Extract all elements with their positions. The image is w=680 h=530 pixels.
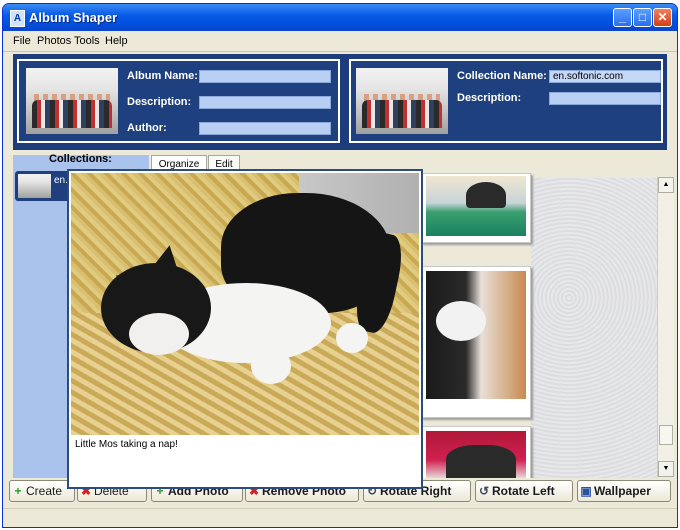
album-description-label: Description: xyxy=(127,96,192,108)
vertical-scrollbar[interactable]: ▲ ▼ xyxy=(657,177,674,477)
collection-description-field[interactable] xyxy=(549,92,661,105)
collection-name-field[interactable]: en.softonic.com xyxy=(549,70,661,83)
album-info-box: Album Name: Description: Author: xyxy=(17,59,340,143)
menu-file[interactable]: File xyxy=(13,35,31,47)
close-icon: ✕ xyxy=(657,10,668,24)
app-icon: A xyxy=(10,10,25,27)
maximize-button[interactable]: □ xyxy=(633,8,652,27)
album-name-label: Album Name: xyxy=(127,70,198,82)
album-author-field[interactable] xyxy=(199,122,331,135)
wallpaper-button[interactable]: ▣ Wallpaper xyxy=(577,480,671,502)
collection-item-label: en. xyxy=(54,175,68,186)
album-name-field[interactable] xyxy=(199,70,331,83)
background-texture xyxy=(531,178,657,478)
app-window: A Album Shaper _ □ ✕ File Photos Tools H… xyxy=(2,3,678,528)
collection-info-box: Collection Name: en.softonic.com Descrip… xyxy=(349,59,663,143)
minimize-button[interactable]: _ xyxy=(613,8,632,27)
album-description-field[interactable] xyxy=(199,96,331,109)
photo-banner xyxy=(48,72,88,80)
status-bar xyxy=(3,508,677,527)
menu-tools[interactable]: Tools xyxy=(74,35,100,47)
collection-thumbnail xyxy=(18,174,51,198)
collection-name-label: Collection Name: xyxy=(457,70,547,82)
collection-cover-photo[interactable] xyxy=(356,68,448,134)
kitten-photo xyxy=(426,271,526,399)
album-cover-photo[interactable] xyxy=(26,68,118,134)
menu-help[interactable]: Help xyxy=(105,35,128,47)
wallpaper-label: Wallpaper xyxy=(594,484,651,498)
scroll-down-button[interactable]: ▼ xyxy=(658,461,674,477)
menu-photos[interactable]: Photos xyxy=(37,35,71,47)
photo-preview-popup: Little Mos taking a nap! xyxy=(67,169,423,489)
menu-bar: File Photos Tools Help xyxy=(3,31,677,52)
create-label: Create xyxy=(26,484,63,498)
collection-description-label: Description: xyxy=(457,92,522,104)
title-bar[interactable]: A Album Shaper _ □ ✕ xyxy=(3,4,677,31)
photo-thumbnail[interactable] xyxy=(421,426,531,480)
album-author-label: Author: xyxy=(127,122,167,134)
main-content: Album Name: Description: Author: Collect… xyxy=(3,52,677,527)
red-photo xyxy=(426,431,526,479)
preview-caption: Little Mos taking a nap! xyxy=(75,439,178,450)
scroll-up-button[interactable]: ▲ xyxy=(658,177,674,193)
plus-icon: + xyxy=(14,484,22,498)
rotate-left-label: Rotate Left xyxy=(492,484,555,498)
close-button[interactable]: ✕ xyxy=(653,8,672,27)
maximize-icon: □ xyxy=(638,10,647,24)
sea-photo xyxy=(426,176,526,236)
rotate-left-button[interactable]: ↺ Rotate Left xyxy=(475,480,573,502)
create-button[interactable]: + Create xyxy=(9,480,75,502)
minimize-icon: _ xyxy=(619,10,626,24)
photo-thumbnail[interactable] xyxy=(421,173,531,243)
header-panel: Album Name: Description: Author: Collect… xyxy=(13,54,667,150)
scroll-thumb[interactable] xyxy=(659,425,673,445)
photo-thumbnail[interactable] xyxy=(421,266,531,418)
preview-photo xyxy=(71,173,419,435)
wallpaper-icon: ▣ xyxy=(580,484,592,498)
collections-label: Collections: xyxy=(49,153,112,165)
window-title: Album Shaper xyxy=(29,10,118,25)
rotate-left-icon: ↺ xyxy=(478,484,490,498)
